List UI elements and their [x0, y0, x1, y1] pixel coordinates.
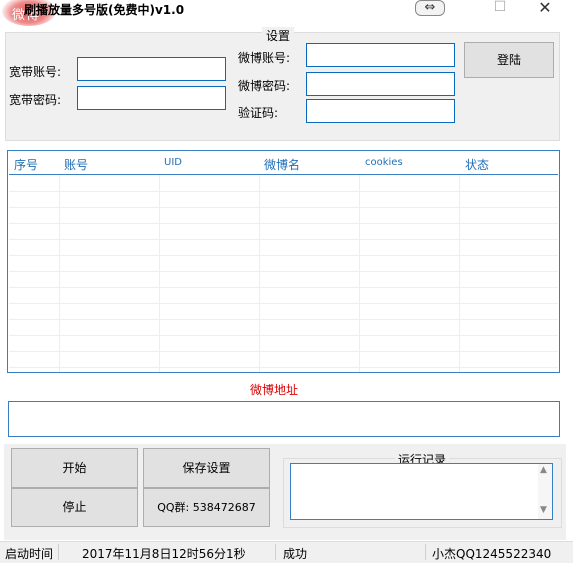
- column-header-status[interactable]: 状态: [465, 156, 489, 172]
- column-header-account[interactable]: 账号: [64, 156, 88, 172]
- grid-row-line: [9, 271, 558, 272]
- broadband-password-label: 宽带密码:: [9, 93, 62, 107]
- grid-column-line: [359, 175, 360, 372]
- grid-row-line: [9, 367, 558, 368]
- grid-row-line: [9, 207, 558, 208]
- scroll-up-icon[interactable]: ▲: [540, 465, 547, 475]
- column-header-weibo-name[interactable]: 微博名: [264, 156, 300, 172]
- weibo-password-input[interactable]: [306, 72, 455, 96]
- restore-arrow-icon[interactable]: ⇔: [415, 0, 445, 16]
- start-time-label: 启动时间: [5, 547, 54, 561]
- broadband-password-input[interactable]: [77, 86, 226, 110]
- maximize-icon[interactable]: ☐: [489, 0, 511, 16]
- log-textarea[interactable]: [290, 463, 553, 520]
- status-divider: [275, 544, 276, 560]
- stop-button[interactable]: 停止: [11, 488, 138, 527]
- grid-row-line: [9, 335, 558, 336]
- grid-row-line: [9, 239, 558, 240]
- column-header-uid[interactable]: UID: [164, 157, 182, 173]
- status-divider: [58, 544, 59, 560]
- save-settings-button[interactable]: 保存设置: [143, 448, 270, 488]
- weibo-password-label: 微博密码:: [238, 79, 291, 93]
- header-divider: [9, 174, 558, 175]
- weibo-account-label: 微博账号:: [238, 51, 291, 65]
- grid-row-line: [9, 303, 558, 304]
- weibo-address-input[interactable]: [8, 401, 560, 437]
- settings-legend: 设置: [262, 27, 295, 44]
- broadband-account-input[interactable]: [77, 57, 226, 81]
- window-title: 刷播放量多号版(免费中)v1.0: [24, 3, 185, 17]
- login-button[interactable]: 登陆: [464, 42, 554, 78]
- grid-row-line: [9, 191, 558, 192]
- grid-row-line: [9, 351, 558, 352]
- status-divider: [425, 544, 426, 560]
- scroll-down-icon[interactable]: ▼: [540, 505, 547, 515]
- start-time-value: 2017年11月8日12时56分1秒: [82, 547, 246, 561]
- close-icon[interactable]: ✕: [533, 0, 557, 17]
- grid-column-line: [459, 175, 460, 372]
- grid-row-line: [9, 287, 558, 288]
- weibo-account-input[interactable]: [306, 43, 455, 67]
- broadband-account-label: 宽带账号:: [9, 65, 62, 79]
- grid-row-line: [9, 223, 558, 224]
- qq-group-button[interactable]: QQ群: 538472687: [143, 488, 270, 527]
- author-info: 小杰QQ1245522340: [432, 547, 552, 561]
- captcha-input[interactable]: [306, 99, 455, 123]
- grid-column-line: [259, 175, 260, 372]
- column-header-index[interactable]: 序号: [14, 156, 38, 172]
- weibo-address-label: 微博地址: [250, 383, 299, 397]
- grid-column-line: [59, 175, 60, 372]
- start-button[interactable]: 开始: [11, 448, 138, 488]
- column-header-cookies[interactable]: cookies: [365, 157, 403, 173]
- grid-column-line: [159, 175, 160, 372]
- account-list[interactable]: 序号 账号 UID 微博名 cookies 状态: [7, 150, 560, 373]
- status-text: 成功: [283, 547, 308, 561]
- grid-row-line: [9, 319, 558, 320]
- captcha-label: 验证码:: [238, 106, 279, 120]
- grid-row-line: [9, 255, 558, 256]
